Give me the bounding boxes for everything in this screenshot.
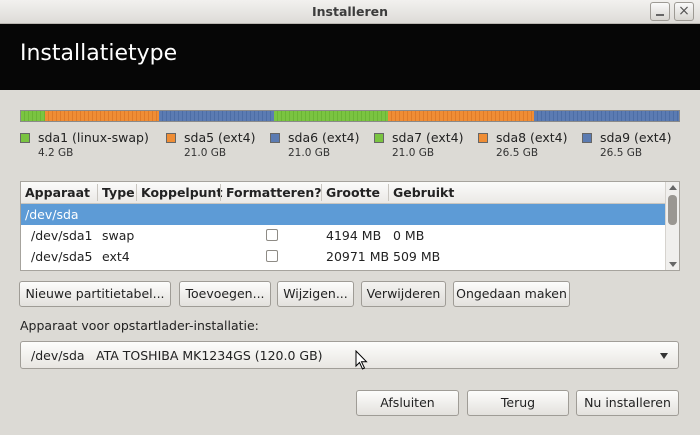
scroll-thumb[interactable] [668,195,677,225]
close-icon: × [678,3,690,19]
format-checkbox[interactable] [266,250,278,262]
undo-button[interactable]: Ongedaan maken [453,281,570,307]
format-checkbox[interactable] [266,229,278,241]
cell-used: 509 MB [393,249,441,264]
cell-size: 20971 MB [326,249,390,264]
partition-segment-sda1 [21,111,45,121]
cell-used: 0 MB [393,228,425,243]
title-bar: Installeren × [0,0,700,24]
table-scrollbar[interactable] [665,182,679,270]
column-divider [136,184,137,201]
partition-segment-sda5 [45,111,159,121]
cell-type: ext4 [102,249,130,264]
minimize-button[interactable] [650,2,670,21]
column-divider [220,184,221,201]
legend-size: 21.0 GB [392,147,435,159]
bootloader-description: ATA TOSHIBA MK1234GS (120.0 GB) [96,348,323,363]
legend-swatch [166,133,176,143]
column-divider [97,184,98,201]
table-row[interactable]: /dev/sda5 ext4 20971 MB 509 MB [21,246,666,267]
column-header-format[interactable]: Formatteren? [226,185,321,200]
column-header-mount[interactable]: Koppelpunt [141,185,222,200]
legend-name: sda9 (ext4) [600,130,672,145]
change-partition-button[interactable]: Wijzigen... [277,281,354,307]
table-header: Apparaat Type Koppelpunt Formatteren? Gr… [21,182,666,204]
partition-legend: sda1 (linux-swap) 4.2 GB sda5 (ext4) 21.… [20,130,690,162]
legend-size: 21.0 GB [288,147,331,159]
legend-name: sda1 (linux-swap) [38,130,149,145]
table-row[interactable]: /dev/sda [21,204,666,225]
page-title: Installatietype [20,41,178,66]
window-title: Installeren [312,4,388,19]
partition-bar [20,110,680,122]
legend-size: 21.0 GB [184,147,227,159]
mouse-cursor-icon [355,350,368,370]
partition-segment-sda9 [534,111,679,121]
scroll-down-icon[interactable] [669,262,677,267]
partition-segment-sda6 [159,111,274,121]
close-button[interactable]: × [674,2,694,21]
table-row[interactable]: /dev/sda1 swap 4194 MB 0 MB [21,225,666,246]
legend-size: 26.5 GB [496,147,539,159]
quit-button[interactable]: Afsluiten [356,390,459,416]
chevron-down-icon [660,353,668,359]
new-partition-table-button[interactable]: Nieuwe partitietabel... [19,281,171,307]
legend-size: 26.5 GB [600,147,643,159]
column-divider [321,184,322,201]
legend-name: sda6 (ext4) [288,130,360,145]
legend-size: 4.2 GB [38,147,74,159]
legend-swatch [582,133,592,143]
cell-device: /dev/sda5 [31,249,93,264]
bootloader-device: /dev/sda [31,348,85,363]
bootloader-label: Apparaat voor opstartlader-installatie: [20,318,259,333]
column-header-type[interactable]: Type [102,185,135,200]
legend-swatch [270,133,280,143]
cell-size: 4194 MB [326,228,382,243]
scroll-up-icon[interactable] [669,185,677,190]
partition-segment-sda8 [388,111,534,121]
partition-segment-sda7 [274,111,388,121]
page-header: Installatietype [0,24,700,90]
back-button[interactable]: Terug [467,390,569,416]
column-header-used[interactable]: Gebruikt [393,185,454,200]
cell-device: /dev/sda1 [31,228,93,243]
column-header-device[interactable]: Apparaat [25,185,90,200]
column-divider [388,184,389,201]
add-partition-button[interactable]: Toevoegen... [179,281,271,307]
delete-partition-button[interactable]: Verwijderen [361,281,446,307]
cell-type: swap [102,228,135,243]
legend-swatch [478,133,488,143]
legend-name: sda5 (ext4) [184,130,256,145]
legend-name: sda8 (ext4) [496,130,568,145]
legend-swatch [374,133,384,143]
bootloader-device-select[interactable]: /dev/sda ATA TOSHIBA MK1234GS (120.0 GB) [20,341,679,369]
cell-device: /dev/sda [25,207,79,222]
column-header-size[interactable]: Grootte [326,185,380,200]
install-now-button[interactable]: Nu installeren [576,390,679,416]
partition-table: Apparaat Type Koppelpunt Formatteren? Gr… [20,181,680,271]
legend-swatch [20,133,30,143]
legend-name: sda7 (ext4) [392,130,464,145]
